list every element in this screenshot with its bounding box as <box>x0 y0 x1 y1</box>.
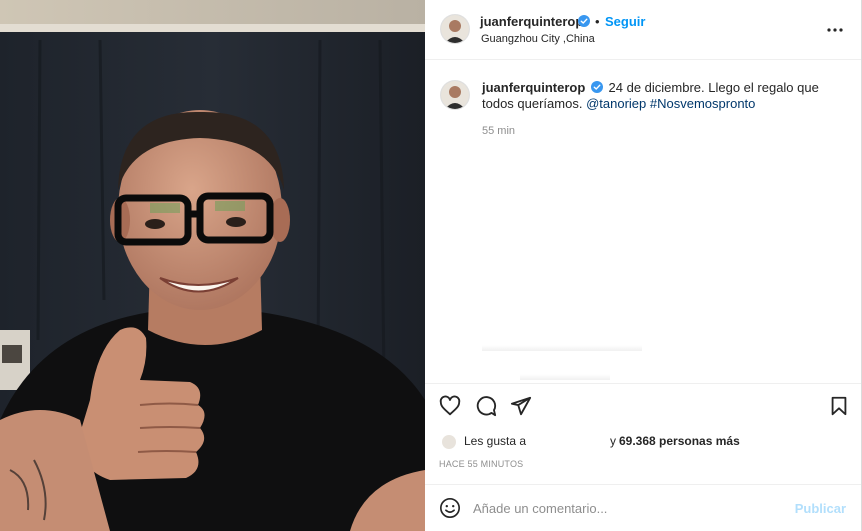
liker-avatar[interactable] <box>441 434 457 450</box>
post-author-username[interactable]: juanferquinterop <box>480 14 583 29</box>
verified-badge-icon <box>590 81 603 93</box>
follow-button[interactable]: Seguir <box>605 14 645 29</box>
post-photo[interactable] <box>0 0 425 531</box>
post-caption: juanferquinterop 24 de diciembre. Llego … <box>482 80 832 112</box>
caption-mention[interactable]: @tanoriep <box>586 96 646 111</box>
caption-time: 55 min <box>482 125 516 137</box>
post-location[interactable]: Guangzhou City ,China <box>481 33 595 45</box>
more-horizontal-icon[interactable] <box>827 22 843 38</box>
post-actions-bar <box>425 383 862 429</box>
add-comment-bar: Publicar <box>425 484 862 531</box>
bookmark-icon[interactable] <box>828 395 850 417</box>
post-timestamp: HACE 55 MINUTOS <box>439 459 524 469</box>
publish-button[interactable]: Publicar <box>795 501 846 516</box>
send-icon[interactable] <box>510 395 532 417</box>
likes-prefix: Les gusta a <box>464 434 527 448</box>
caption-hashtag[interactable]: #Nosvemospronto <box>650 96 756 111</box>
heart-icon[interactable] <box>439 395 461 417</box>
comment-icon[interactable] <box>475 395 497 417</box>
likes-count[interactable]: 69.368 personas más <box>619 434 740 448</box>
scrolled-comment-fade <box>520 374 610 380</box>
caption-avatar[interactable] <box>440 80 470 110</box>
post-side-panel: juanferquinterop • Seguir Guangzhou City… <box>425 0 862 531</box>
post-header: juanferquinterop • Seguir Guangzhou City… <box>425 0 862 60</box>
scrolled-comment-fade <box>482 345 642 351</box>
avatar[interactable] <box>440 14 470 44</box>
verified-badge-icon <box>578 15 590 27</box>
smiley-icon[interactable] <box>439 497 461 519</box>
comment-input[interactable] <box>473 497 773 519</box>
likes-suffix: y <box>610 434 616 448</box>
caption-username[interactable]: juanferquinterop <box>482 80 585 95</box>
separator-dot: • <box>595 14 600 29</box>
